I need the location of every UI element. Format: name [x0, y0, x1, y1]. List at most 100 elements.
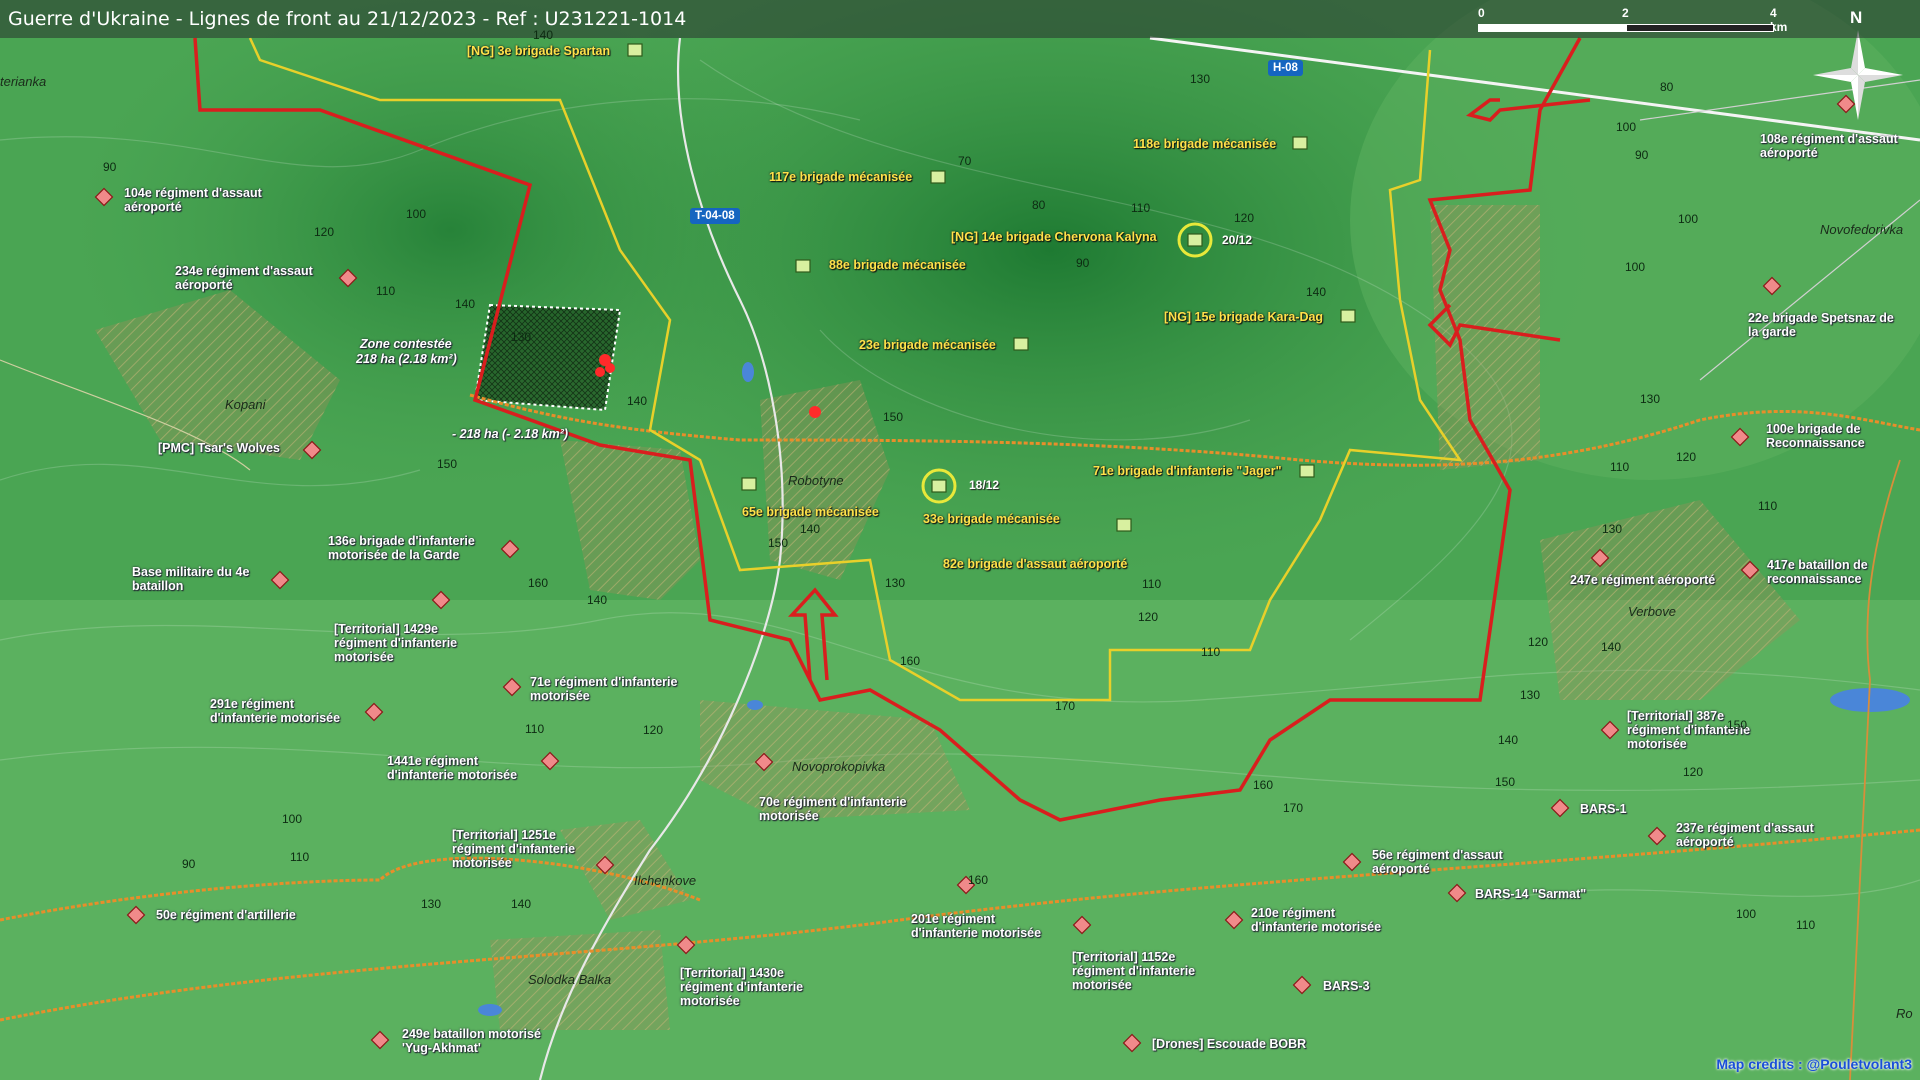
ru-unit-bars14: BARS-14 "Sarmat" — [1475, 887, 1587, 901]
road-badge-t0408: T-04-08 — [690, 208, 740, 224]
scale-label-0: 0 — [1478, 6, 1485, 20]
zone-negative-area: - 218 ha (- 2.18 km²) — [452, 427, 569, 441]
contour-label: 160 — [1253, 778, 1274, 792]
contour-label: 170 — [1055, 699, 1076, 713]
contour-label: 130 — [1190, 72, 1211, 86]
contour-label: 130 — [511, 330, 532, 344]
ru-unit-70: 70e régiment d'infanterie motorisée — [759, 795, 907, 823]
ua-unit-marker — [1116, 518, 1132, 532]
ru-unit-base4: Base militaire du 4e bataillon — [132, 565, 250, 593]
map-credit: Map credits : @Pouletvolant3 — [1716, 1056, 1912, 1072]
ru-unit-1430: [Territorial] 1430e régiment d'infanterie… — [680, 966, 804, 1008]
ru-unit-56: 56e régiment d'assaut aéroporté — [1372, 848, 1503, 876]
ru-unit-bars1: BARS-1 — [1580, 802, 1627, 816]
contour-label: 140 — [455, 297, 476, 311]
contour-label: 80 — [1660, 80, 1674, 94]
ru-unit-234: 234e régiment d'assaut aéroporté — [175, 264, 313, 292]
place-novofedorivka: Novofedorivka — [1820, 222, 1904, 237]
contour-label: 120 — [1676, 450, 1697, 464]
ru-unit-201: 201e régiment d'infanterie motorisée — [911, 912, 1042, 940]
contour-label: 110 — [1758, 499, 1778, 513]
ru-unit-bobr: [Drones] Escouade BOBR — [1152, 1037, 1307, 1051]
contour-label: 110 — [1610, 460, 1630, 474]
ru-unit-136: 136e brigade d'infanterie motorisée de la… — [328, 534, 475, 562]
ua-unit-marker — [1340, 309, 1356, 323]
ua-unit-marker — [1013, 337, 1029, 351]
contour-label: 100 — [1625, 260, 1646, 274]
ru-unit-100: 100e brigade de Reconnaissance — [1766, 422, 1865, 450]
ua-unit-118: 118e brigade mécanisée — [1133, 137, 1277, 151]
contour-label: 100 — [406, 207, 427, 221]
ru-unit-210: 210e régiment d'infanterie motorisée — [1251, 906, 1382, 934]
contour-label: 140 — [533, 28, 554, 42]
contour-label: 150 — [768, 536, 789, 550]
contour-label: 100 — [282, 812, 303, 826]
contour-label: 140 — [627, 394, 648, 408]
contour-label: 90 — [1076, 256, 1090, 270]
place-terianka: terianka — [0, 74, 47, 89]
contour-label: 120 — [1683, 765, 1704, 779]
contour-label: 100 — [1678, 212, 1699, 226]
scale-segment-black — [1626, 24, 1774, 32]
ua-unit-117: 117e brigade mécanisée — [769, 170, 913, 184]
contour-label: 130 — [1602, 522, 1623, 536]
map-title: Guerre d'Ukraine - Lignes de front au 21… — [8, 8, 687, 30]
place-verbove: Verbove — [1628, 604, 1676, 619]
contour-label: 160 — [900, 654, 921, 668]
ru-unit-108: 108e régiment d'assaut aéroporté — [1760, 132, 1898, 160]
contour-label: 150 — [437, 457, 458, 471]
contour-label: 90 — [103, 160, 117, 174]
contour-label: 110 — [1796, 918, 1816, 932]
ua-unit-23: 23e brigade mécanisée — [859, 338, 996, 352]
zone-title: Zone contestée — [360, 337, 452, 351]
road-badge-h08: H-08 — [1268, 60, 1303, 76]
scale-segment-white — [1478, 24, 1626, 32]
place-novoprokopivka: Novoprokopivka — [792, 759, 886, 774]
ru-unit-1251: [Territorial] 1251e régiment d'infanterie… — [452, 828, 576, 870]
contour-label: 140 — [1498, 733, 1519, 747]
ru-unit-22: 22e brigade Spetsnaz de la garde — [1748, 311, 1894, 339]
ru-unit-71: 71e régiment d'infanterie motorisée — [530, 675, 678, 703]
contour-label: 100 — [1736, 907, 1757, 921]
contour-label: 140 — [511, 897, 532, 911]
contour-label: 120 — [1234, 211, 1255, 225]
ru-unit-50: 50e régiment d'artillerie — [156, 908, 296, 922]
contour-label: 140 — [1306, 285, 1327, 299]
ru-unit-291: 291e régiment d'infanterie motorisée — [210, 697, 341, 725]
scale-label-2: 2 — [1622, 6, 1629, 20]
ru-unit-1429: [Territorial] 1429e régiment d'infanterie… — [334, 622, 458, 664]
contour-label: 150 — [1727, 718, 1748, 732]
ua-unit-88: 88e brigade mécanisée — [829, 258, 966, 272]
ru-unit-bars3: BARS-3 — [1323, 979, 1370, 993]
contour-label: 130 — [885, 576, 906, 590]
contour-label: 150 — [883, 410, 904, 424]
contour-label: 110 — [525, 722, 545, 736]
ru-unit-237: 237e régiment d'assaut aéroporté — [1676, 821, 1814, 849]
ru-unit-247: 247e régiment aéroporté — [1570, 573, 1716, 587]
contour-label: 170 — [1283, 801, 1304, 815]
ua-unit-65: 65e brigade mécanisée — [742, 505, 879, 519]
contour-label: 160 — [528, 576, 549, 590]
compass-north-label: N — [1850, 8, 1863, 27]
ua-unit-chervona: [NG] 14e brigade Chervona Kalyna — [951, 230, 1157, 244]
contour-label: 160 — [968, 873, 989, 887]
ua-unit-marker — [1292, 136, 1308, 150]
ua-unit-marker — [1299, 464, 1315, 478]
contour-label: 130 — [1520, 688, 1541, 702]
contour-label: 120 — [314, 225, 335, 239]
ua-unit-marker — [795, 259, 811, 273]
ru-unit-417: 417e bataillon de reconnaissance — [1767, 558, 1868, 586]
contour-label: 110 — [1201, 645, 1221, 659]
contour-label: 140 — [1601, 640, 1622, 654]
ru-unit-tsar-wolves: [PMC] Tsar's Wolves — [158, 441, 280, 455]
contour-label: 140 — [587, 593, 608, 607]
contour-label: 130 — [1640, 392, 1661, 406]
ua-unit-marker — [741, 477, 757, 491]
place-robotyne: Robotyne — [788, 473, 844, 488]
date-tag-1812: 18/12 — [969, 478, 1000, 492]
ru-unit-1441: 1441e régiment d'infanterie motorisée — [387, 754, 518, 782]
contour-label: 110 — [376, 284, 396, 298]
contour-label: 110 — [290, 850, 310, 864]
ua-unit-karadag: [NG] 15e brigade Kara-Dag — [1164, 310, 1324, 324]
contour-label: 130 — [421, 897, 442, 911]
